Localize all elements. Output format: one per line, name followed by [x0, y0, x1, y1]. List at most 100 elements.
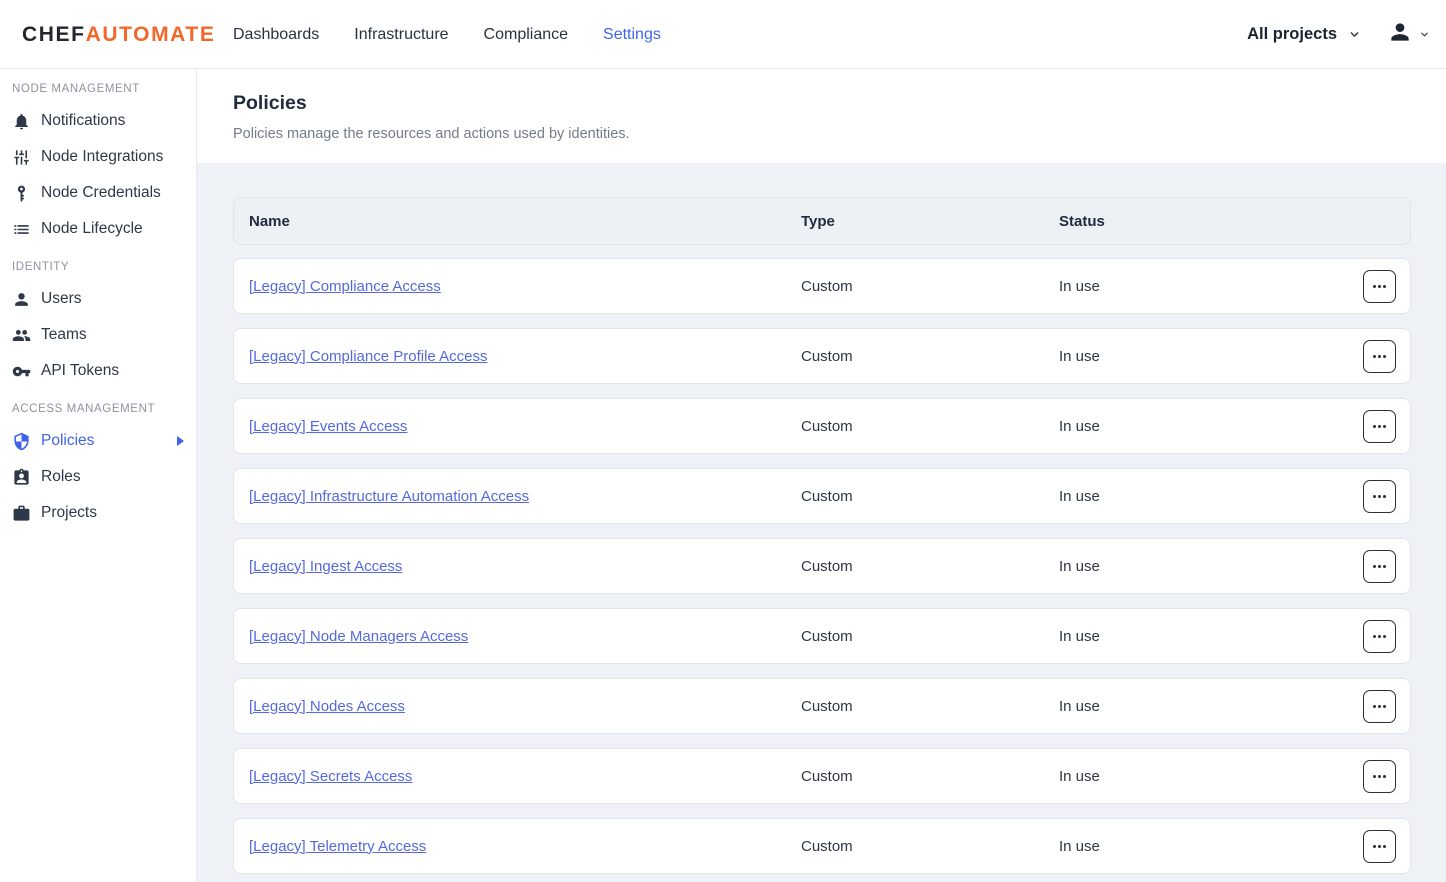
section-title: NODE MANAGEMENT — [12, 81, 196, 97]
person-icon — [12, 290, 31, 309]
sidebar-item-label: Notifications — [41, 112, 125, 130]
row-actions-button[interactable] — [1363, 760, 1396, 793]
sidebar-item-policies[interactable]: Policies — [0, 423, 196, 459]
main-nav: Dashboards Infrastructure Compliance Set… — [233, 0, 661, 69]
nav-settings[interactable]: Settings — [603, 26, 661, 44]
sidebar-section-access-management: ACCESS MANAGEMENT Policies Roles Project… — [0, 389, 196, 531]
sidebar-item-label: Teams — [41, 326, 87, 344]
policy-status: In use — [1059, 488, 1363, 505]
policy-status: In use — [1059, 418, 1363, 435]
policy-status: In use — [1059, 698, 1363, 715]
badge-icon — [12, 468, 31, 487]
sidebar-item-projects[interactable]: Projects — [0, 495, 196, 531]
group-icon — [12, 326, 31, 345]
policy-link[interactable]: [Legacy] Compliance Profile Access — [249, 348, 801, 365]
table-row: [Legacy] Compliance Access Custom In use — [233, 258, 1411, 314]
sidebar-item-node-integrations[interactable]: Node Integrations — [0, 139, 196, 175]
policy-type: Custom — [801, 558, 1059, 575]
row-actions-button[interactable] — [1363, 270, 1396, 303]
key-icon — [12, 362, 31, 381]
bell-icon — [12, 112, 31, 131]
policies-table-header: Name Type Status — [233, 197, 1411, 245]
projects-filter-dropdown[interactable]: All projects — [1247, 25, 1361, 44]
policy-status: In use — [1059, 278, 1363, 295]
policy-type: Custom — [801, 488, 1059, 505]
shield-icon — [12, 432, 31, 451]
page-header: Policies Policies manage the resources a… — [197, 69, 1446, 163]
policy-status: In use — [1059, 768, 1363, 785]
nav-dashboards[interactable]: Dashboards — [233, 26, 319, 44]
nav-compliance[interactable]: Compliance — [484, 26, 568, 44]
sidebar-item-label: Policies — [41, 432, 94, 450]
policy-type: Custom — [801, 348, 1059, 365]
table-row: [Legacy] Compliance Profile Access Custo… — [233, 328, 1411, 384]
column-header-type: Type — [801, 213, 1059, 230]
policy-link[interactable]: [Legacy] Node Managers Access — [249, 628, 801, 645]
briefcase-icon — [12, 504, 31, 523]
policy-link[interactable]: [Legacy] Secrets Access — [249, 768, 801, 785]
row-actions-button[interactable] — [1363, 690, 1396, 723]
chef-automate-logo[interactable]: CHEFAUTOMATE — [22, 0, 215, 69]
sidebar-item-label: API Tokens — [41, 362, 119, 380]
sidebar-section-node-management: NODE MANAGEMENT Notifications Node Integ… — [0, 69, 196, 247]
row-actions-button[interactable] — [1363, 620, 1396, 653]
row-actions-button[interactable] — [1363, 410, 1396, 443]
policy-type: Custom — [801, 768, 1059, 785]
sidebar-item-notifications[interactable]: Notifications — [0, 103, 196, 139]
policy-link[interactable]: [Legacy] Infrastructure Automation Acces… — [249, 488, 801, 505]
policy-status: In use — [1059, 348, 1363, 365]
section-title: ACCESS MANAGEMENT — [12, 401, 196, 417]
sidebar-item-roles[interactable]: Roles — [0, 459, 196, 495]
policy-link[interactable]: [Legacy] Events Access — [249, 418, 801, 435]
sidebar-item-node-lifecycle[interactable]: Node Lifecycle — [0, 211, 196, 247]
sidebar-item-label: Node Credentials — [41, 184, 161, 202]
policy-type: Custom — [801, 838, 1059, 855]
table-row: [Legacy] Telemetry Access Custom In use — [233, 818, 1411, 874]
table-row: [Legacy] Ingest Access Custom In use — [233, 538, 1411, 594]
policy-status: In use — [1059, 558, 1363, 575]
column-header-name: Name — [249, 213, 801, 230]
policy-type: Custom — [801, 698, 1059, 715]
policies-content: Name Type Status [Legacy] Compliance Acc… — [197, 163, 1446, 882]
table-row: [Legacy] Secrets Access Custom In use — [233, 748, 1411, 804]
sidebar-item-node-credentials[interactable]: Node Credentials — [0, 175, 196, 211]
user-menu[interactable] — [1387, 19, 1430, 50]
policy-link[interactable]: [Legacy] Ingest Access — [249, 558, 801, 575]
policy-type: Custom — [801, 418, 1059, 435]
policy-link[interactable]: [Legacy] Nodes Access — [249, 698, 801, 715]
settings-sidebar: NODE MANAGEMENT Notifications Node Integ… — [0, 69, 197, 882]
top-navbar: CHEFAUTOMATE Dashboards Infrastructure C… — [0, 0, 1446, 69]
sliders-icon — [12, 148, 31, 167]
policy-type: Custom — [801, 628, 1059, 645]
logo-automate-text: AUTOMATE — [86, 23, 216, 47]
row-actions-button[interactable] — [1363, 550, 1396, 583]
sidebar-item-api-tokens[interactable]: API Tokens — [0, 353, 196, 389]
nav-infrastructure[interactable]: Infrastructure — [354, 26, 448, 44]
sidebar-item-label: Projects — [41, 504, 97, 522]
policy-status: In use — [1059, 628, 1363, 645]
row-actions-button[interactable] — [1363, 480, 1396, 513]
key-vertical-icon — [12, 184, 31, 203]
section-title: IDENTITY — [12, 259, 196, 275]
policy-status: In use — [1059, 838, 1363, 855]
sidebar-section-identity: IDENTITY Users Teams API Tokens — [0, 247, 196, 389]
policy-type: Custom — [801, 278, 1059, 295]
sidebar-item-teams[interactable]: Teams — [0, 317, 196, 353]
column-header-status: Status — [1059, 213, 1396, 230]
policy-link[interactable]: [Legacy] Telemetry Access — [249, 838, 801, 855]
expand-right-icon — [177, 436, 184, 446]
row-actions-button[interactable] — [1363, 340, 1396, 373]
user-avatar-icon — [1387, 19, 1413, 50]
row-actions-button[interactable] — [1363, 830, 1396, 863]
policy-link[interactable]: [Legacy] Compliance Access — [249, 278, 801, 295]
list-icon — [12, 220, 31, 239]
logo-chef-text: CHEF — [22, 23, 86, 47]
topnav-right-cluster: All projects — [1247, 0, 1430, 69]
sidebar-item-label: Node Lifecycle — [41, 220, 143, 238]
sidebar-item-label: Roles — [41, 468, 81, 486]
sidebar-item-users[interactable]: Users — [0, 281, 196, 317]
sidebar-item-label: Users — [41, 290, 81, 308]
projects-filter-label: All projects — [1247, 25, 1337, 44]
sidebar-item-label: Node Integrations — [41, 148, 163, 166]
page-title: Policies — [233, 92, 1446, 115]
